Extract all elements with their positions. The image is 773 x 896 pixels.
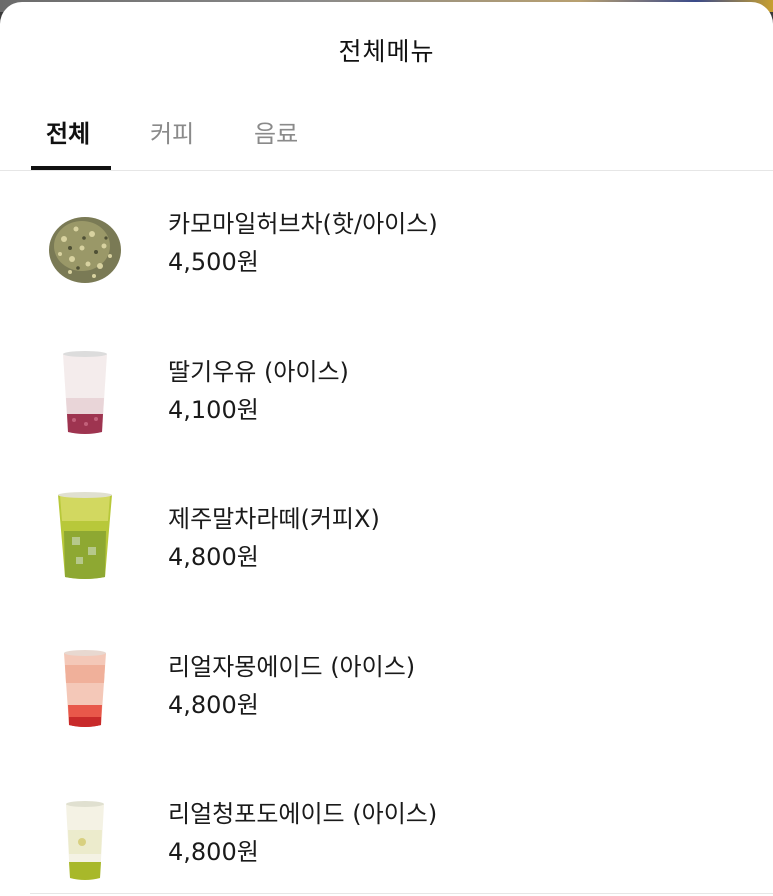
- menu-item-price: 4,800원: [168, 691, 259, 719]
- menu-item-price: 4,800원: [168, 543, 259, 571]
- menu-item-name: 리얼청포도에이드 (아이스): [168, 800, 438, 828]
- category-tabs: 전체 커피 음료: [0, 102, 773, 171]
- green-grape-ade-image: [66, 801, 104, 880]
- menu-item-matcha-latte[interactable]: 제주말차라떼(커피X) 4,800원: [0, 477, 773, 617]
- tab-all[interactable]: 전체: [46, 114, 90, 149]
- divider: [30, 893, 773, 894]
- menu-bottom-sheet: 전체메뉴 전체 커피 음료 카모마일허브차(핫/아이스) 4,500원 딸기우유…: [0, 2, 773, 896]
- tab-beverage[interactable]: 음료: [254, 114, 298, 149]
- matcha-latte-image: [58, 492, 112, 579]
- menu-item-strawberry-milk[interactable]: 딸기우유 (아이스) 4,100원: [0, 330, 773, 470]
- menu-item-green-grape-ade[interactable]: 리얼청포도에이드 (아이스) 4,800원: [0, 772, 773, 896]
- grapefruit-ade-image: [64, 650, 106, 727]
- menu-item-grapefruit-ade[interactable]: 리얼자몽에이드 (아이스) 4,800원: [0, 625, 773, 765]
- menu-item-price: 4,500원: [168, 248, 259, 276]
- page-title: 전체메뉴: [338, 37, 435, 66]
- chamomile-tea-image: [49, 217, 121, 283]
- menu-item-name: 카모마일허브차(핫/아이스): [168, 210, 438, 238]
- strawberry-milk-image: [63, 351, 107, 434]
- menu-item-chamomile-tea[interactable]: 카모마일허브차(핫/아이스) 4,500원: [0, 182, 773, 322]
- menu-item-name: 제주말차라떼(커피X): [168, 505, 380, 533]
- tab-coffee[interactable]: 커피: [150, 114, 194, 149]
- menu-item-name: 딸기우유 (아이스): [168, 358, 349, 386]
- menu-item-name: 리얼자몽에이드 (아이스): [168, 653, 416, 681]
- menu-item-price: 4,800원: [168, 838, 259, 866]
- menu-item-price: 4,100원: [168, 396, 259, 424]
- active-tab-indicator: [31, 166, 111, 170]
